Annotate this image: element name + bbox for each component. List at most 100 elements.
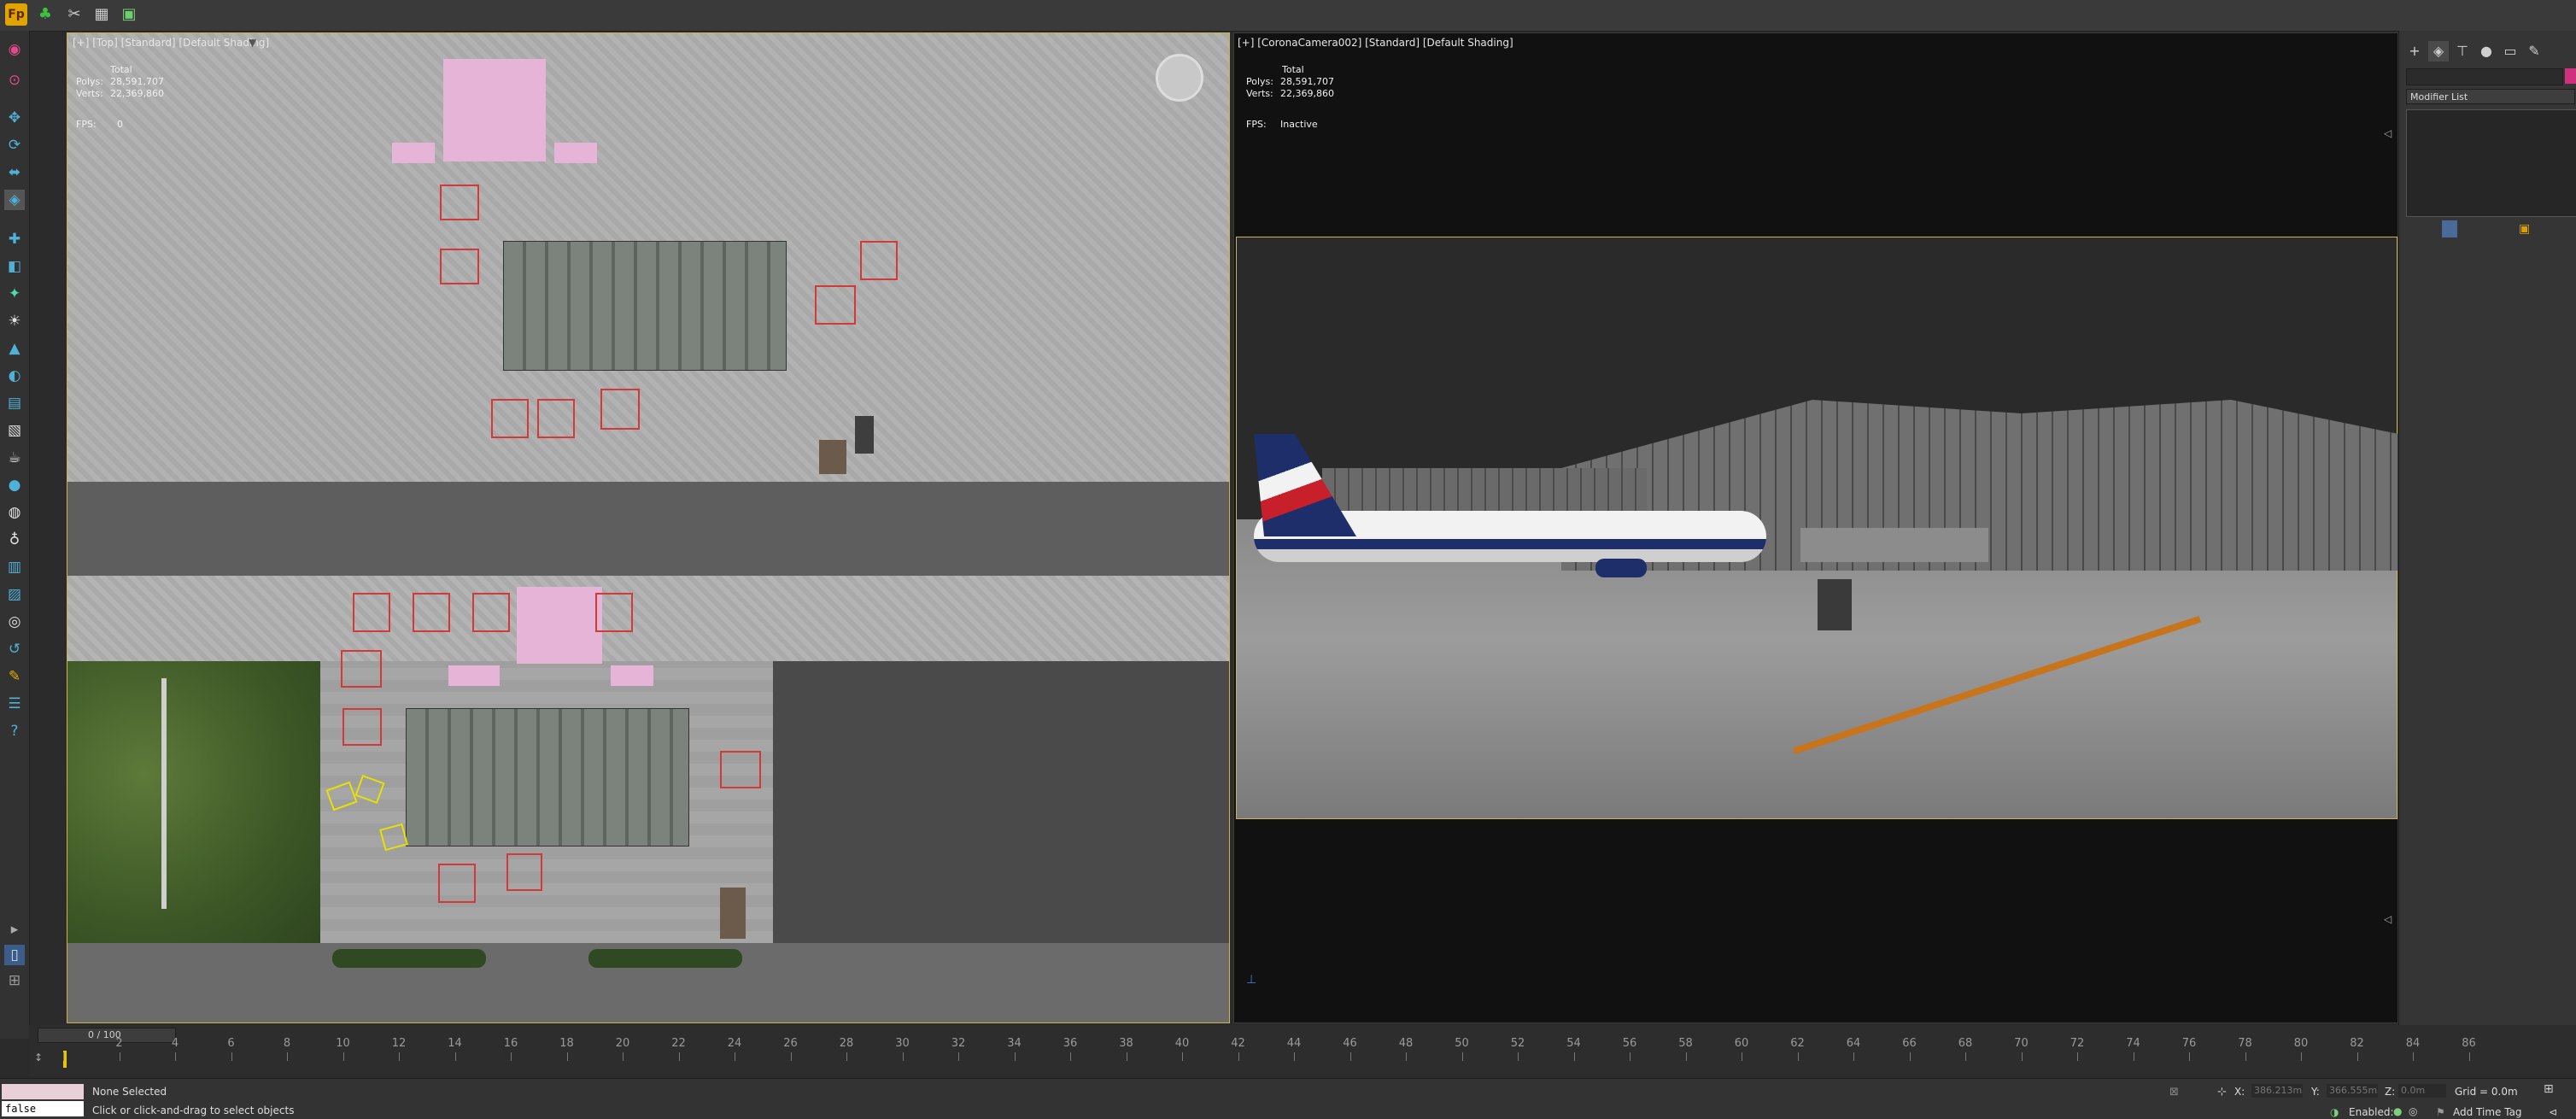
pin-stack-icon[interactable] [2442,220,2457,237]
terminal-roof-pink [443,59,546,161]
timeline-tick [1238,1052,1239,1061]
filter-icon[interactable]: ▼ [249,37,256,49]
select-icon[interactable]: ◉ [4,39,25,60]
scene-icon[interactable]: ▨ [4,584,25,605]
viewcube-icon[interactable] [1156,54,1203,102]
timeline[interactable]: 0 / 100 ↕ 2 4 6 8 10 12 14 16 18 20 22 24 26 28 30 32 34… [29,1025,2576,1076]
fps-value: 0 [117,119,123,130]
key-mode-icon[interactable]: ↕ [29,1044,48,1071]
app-icon[interactable]: Fp [5,3,27,26]
snap-icon[interactable]: ◈ [4,190,25,210]
runway-marking [161,678,167,909]
camera-viewport[interactable]: [+] [CoronaCamera002] [Standard] [Defaul… [1233,32,2398,1023]
timeline-tick-label: 26 [783,1037,798,1050]
add-time-tag[interactable]: Add Time Tag [2453,1106,2522,1118]
script-icon[interactable]: ✎ [4,666,25,687]
selection-box [341,650,382,688]
timeline-tick [1518,1052,1519,1061]
zoom-icon[interactable]: ⊙ [4,70,25,91]
render-icon[interactable]: ▤ [4,393,25,413]
adaptive-icon[interactable]: ◑ [2330,1106,2339,1118]
configure-icon[interactable]: ▣ [2519,222,2530,236]
tools-icon[interactable]: ✂ [63,3,85,26]
timeline-tick-label: 68 [1958,1037,1973,1050]
transform-mode-icon[interactable]: ⊹ [2217,1086,2227,1098]
modifier-list-dropdown[interactable]: Modifier List [2406,89,2575,104]
move-icon[interactable]: ✥ [4,108,25,128]
timeline-tick-label: 32 [951,1037,966,1050]
rotate-icon[interactable]: ⟳ [4,135,25,155]
modify-tab-icon[interactable]: ◈ [2428,41,2449,62]
frame-icon[interactable]: ⊞ [2544,1082,2554,1096]
selection-box [720,751,761,788]
modifier-stack[interactable] [2406,109,2576,217]
timeline-tick [2301,1052,2302,1061]
collapse-arrow-icon[interactable]: ◁ [2384,127,2392,139]
timeline-tick-label: 84 [2405,1037,2421,1050]
time-slider[interactable]: 0 / 100 [38,1028,176,1043]
grid-icon[interactable]: ▦ [91,3,113,26]
environment-icon[interactable]: ◍ [4,502,25,523]
object-color-swatch[interactable] [2565,68,2576,84]
fps-value: Inactive [1280,119,1318,130]
timeline-tick-label: 8 [283,1037,291,1050]
object-name-field[interactable] [2406,68,2563,85]
viewport-label[interactable]: [+] [CoronaCamera002] [Standard] [Defaul… [1238,37,1513,49]
lock-icon[interactable]: ⊠ [2169,1086,2179,1098]
tree-icon[interactable]: ♣ [34,3,56,26]
bulb-icon[interactable]: ♁ [4,530,25,550]
fps-label: FPS: [76,119,97,130]
eye-icon[interactable]: ◎ [4,612,25,632]
bitmap-icon[interactable]: ▧ [4,420,25,441]
timeline-tick-label: 50 [1455,1037,1469,1050]
enabled-toggle-icon[interactable]: ● [2393,1105,2402,1117]
tag-icon[interactable]: ⚑ [2436,1106,2445,1118]
viewport-label[interactable]: [+] [Top] [Standard] [Default Shading] [73,37,269,49]
z-field[interactable]: 0.0m [2398,1084,2446,1098]
utilities-tab-icon[interactable]: ✎ [2524,41,2544,62]
timeline-tick-label: 22 [671,1037,686,1050]
single-layout-icon[interactable]: ▯ [4,945,25,965]
sun-icon[interactable]: ☀ [4,311,25,331]
help-icon[interactable]: ? [4,721,25,741]
timeline-tick-label: 34 [1007,1037,1022,1050]
create-tab-icon[interactable]: + [2404,41,2425,62]
timeline-tick [1070,1052,1071,1061]
panel-icon[interactable]: ▣ [118,3,140,26]
scale-icon[interactable]: ⬌ [4,162,25,183]
timeline-tick-label: 76 [2181,1037,2197,1050]
timeline-tick-label: 44 [1286,1037,1302,1050]
selection-box [440,249,479,284]
list-icon[interactable]: ☰ [4,694,25,714]
terminal-wing-pink-2 [554,143,597,163]
sphere-icon[interactable]: ● [4,475,25,495]
mini-listener[interactable] [2,1084,84,1099]
y-label: Y: [2311,1086,2320,1098]
camera-icon[interactable]: ◧ [4,256,25,277]
motion-tab-icon[interactable]: ● [2476,41,2497,62]
playback-icon[interactable]: ⊲ [2549,1106,2557,1118]
history-icon[interactable]: ↺ [4,639,25,659]
teapot-icon[interactable]: ☕ [4,448,25,468]
timeline-tick [1965,1052,1966,1061]
material-icon[interactable]: ◐ [4,366,25,386]
selection-box [353,593,390,632]
display-tab-icon[interactable]: ▭ [2500,41,2520,62]
expand-icon[interactable]: ▸ [4,919,25,940]
tag-toggle-icon[interactable]: ◎ [2409,1105,2417,1117]
layer-icon[interactable]: ▥ [4,557,25,577]
cone-icon[interactable]: ▲ [4,338,25,359]
y-field[interactable]: 366.555m [2327,1084,2378,1098]
x-label: X: [2234,1086,2245,1098]
timeline-tick-label: 36 [1063,1037,1078,1050]
terminal-building [406,708,689,847]
listener-output[interactable]: false [2,1101,84,1116]
light-icon[interactable]: ✦ [4,284,25,304]
create-icon[interactable]: ✚ [4,229,25,249]
hierarchy-tab-icon[interactable]: ⊤ [2452,41,2473,62]
timeline-tick [1182,1052,1183,1061]
quad-layout-icon[interactable]: ⊞ [4,970,25,991]
x-field[interactable]: 386.213m [2251,1084,2303,1098]
collapse-arrow-icon[interactable]: ◁ [2384,913,2392,925]
top-viewport[interactable]: [+] [Top] [Standard] [Default Shading] ▼… [67,32,1230,1023]
